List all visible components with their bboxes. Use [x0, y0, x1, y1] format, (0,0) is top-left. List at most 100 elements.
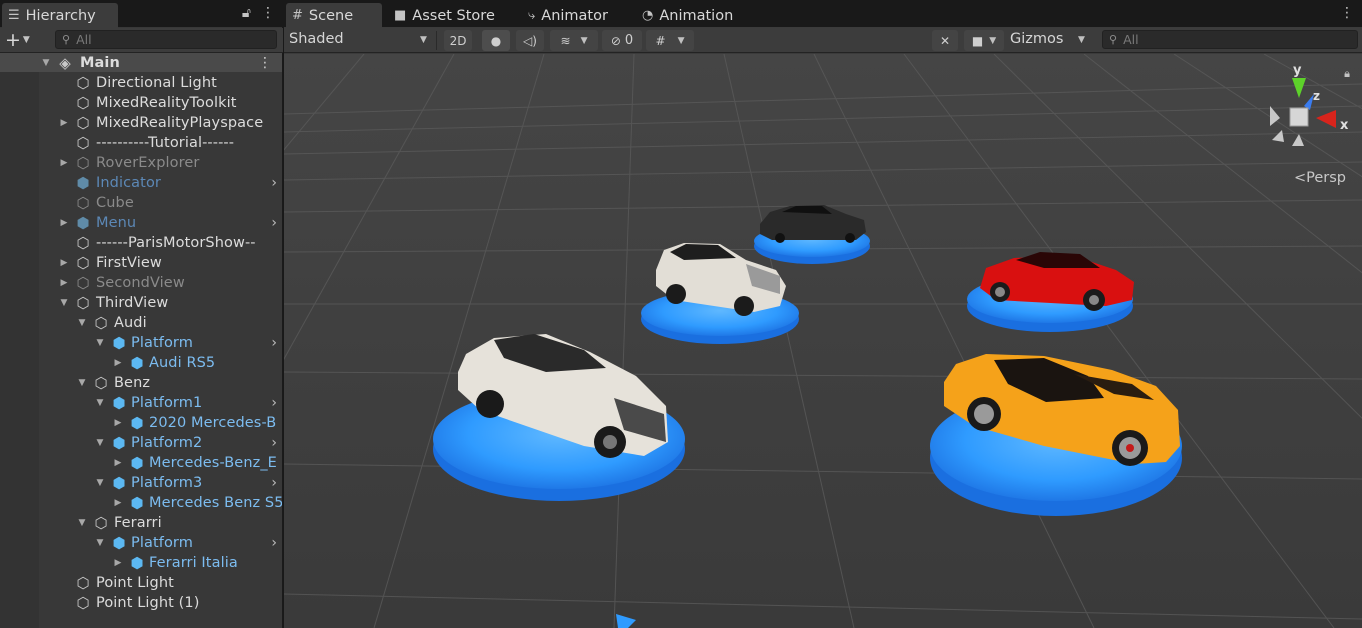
kebab-menu-icon[interactable]: ⋮: [1340, 5, 1354, 21]
audio-toggle[interactable]: ◁): [516, 30, 544, 51]
list-item[interactable]: ▶ ⬢ Ferarri Italia: [0, 553, 282, 573]
expand-arrow-icon[interactable]: ▼: [95, 478, 105, 488]
list-item[interactable]: ▼ ⬢ Platform ›: [0, 333, 282, 353]
create-button[interactable]: + ▼: [5, 29, 30, 51]
expand-arrow-icon[interactable]: ▼: [95, 338, 105, 348]
expand-arrow-icon[interactable]: ▶: [59, 278, 69, 288]
expand-arrow-icon[interactable]: ▼: [95, 438, 105, 448]
item-label: 2020 Mercedes-B: [149, 415, 277, 431]
camera-dropdown[interactable]: ■ ▼: [964, 30, 1004, 51]
tab-hierarchy-label: Hierarchy: [25, 7, 96, 24]
expand-arrow-icon[interactable]: ▼: [95, 538, 105, 548]
hierarchy-search-input[interactable]: ⚲ All: [55, 30, 277, 49]
list-item[interactable]: ⬡ ------ParisMotorShow--: [0, 233, 282, 253]
list-item[interactable]: ⬡ Point Light: [0, 573, 282, 593]
effects-dropdown[interactable]: ≋ ▼: [550, 30, 598, 51]
expand-arrow-icon[interactable]: ▶: [113, 358, 123, 368]
prefab-icon: ⬢: [112, 434, 126, 452]
chevron-right-icon[interactable]: ›: [271, 335, 277, 351]
scene-search-input[interactable]: ⚲ All: [1102, 30, 1358, 49]
chevron-right-icon[interactable]: ›: [271, 475, 277, 491]
expand-arrow-icon[interactable]: ▼: [41, 58, 51, 68]
expand-arrow-icon[interactable]: ▶: [59, 218, 69, 228]
expand-arrow-icon[interactable]: ▶: [113, 558, 123, 568]
item-label: Platform1: [131, 395, 203, 411]
list-item[interactable]: ▶ ⬡ MixedRealityPlayspace: [0, 113, 282, 133]
list-item[interactable]: ▼ ⬢ Platform ›: [0, 533, 282, 553]
chevron-right-icon[interactable]: ›: [271, 435, 277, 451]
mode-2d-button[interactable]: 2D: [444, 30, 472, 51]
list-item[interactable]: ▼ ⬢ Platform1 ›: [0, 393, 282, 413]
gizmos-dropdown[interactable]: Gizmos: [1010, 31, 1063, 47]
y-axis-label: y: [1293, 63, 1302, 78]
lock-icon[interactable]: 🔓︎: [242, 5, 251, 21]
list-item[interactable]: ▶ ⬡ FirstView: [0, 253, 282, 273]
expand-arrow-icon[interactable]: ▶: [113, 418, 123, 428]
list-item[interactable]: ⬡ MixedRealityToolkit: [0, 93, 282, 113]
list-item[interactable]: ▼ ⬡ ThirdView: [0, 293, 282, 313]
tab-animator[interactable]: ⤷ Animator: [522, 3, 622, 28]
shading-mode-dropdown[interactable]: Shaded: [289, 31, 344, 47]
expand-arrow-icon[interactable]: ▼: [77, 518, 87, 528]
item-label: ------ParisMotorShow--: [96, 235, 256, 251]
item-label: RoverExplorer: [96, 155, 200, 171]
list-item[interactable]: ▼ ⬡ Benz: [0, 373, 282, 393]
expand-arrow-icon[interactable]: ▶: [113, 498, 123, 508]
prefab-icon: ⬢: [112, 334, 126, 352]
list-item[interactable]: ▶ ⬢ Audi RS5: [0, 353, 282, 373]
list-item[interactable]: ▼ ⬢ Platform3 ›: [0, 473, 282, 493]
scene-viewport[interactable]: y z x 🔒︎ <Persp: [284, 54, 1362, 628]
model-prefab-icon: ⬢: [130, 494, 144, 512]
lock-icon[interactable]: 🔒︎: [1344, 67, 1350, 81]
item-label: Cube: [96, 195, 134, 211]
camera-icon: ■: [971, 33, 984, 48]
expand-arrow-icon[interactable]: ▼: [77, 378, 87, 388]
item-label: Point Light: [96, 575, 174, 591]
tools-button[interactable]: ✕: [932, 30, 958, 51]
lighting-toggle[interactable]: ●: [482, 30, 510, 51]
list-item[interactable]: ▶ ⬢ Mercedes Benz S5: [0, 493, 282, 513]
hidden-objects-toggle[interactable]: ⊘ 0: [602, 30, 642, 51]
plus-icon: +: [5, 29, 21, 51]
list-item[interactable]: ▼ ⬢ Platform2 ›: [0, 433, 282, 453]
projection-toggle[interactable]: <Persp: [1294, 170, 1346, 186]
prefab-icon: ⬢: [76, 214, 90, 232]
list-item[interactable]: ⬡ Point Light (1): [0, 593, 282, 613]
list-item[interactable]: ▶ ⬡ RoverExplorer: [0, 153, 282, 173]
expand-arrow-icon[interactable]: ▼: [95, 398, 105, 408]
expand-arrow-icon[interactable]: ▶: [113, 458, 123, 468]
model-prefab-icon: ⬢: [130, 554, 144, 572]
list-item[interactable]: ⬢ Indicator ›: [0, 173, 282, 193]
list-item[interactable]: ▼ ⬡ Audi: [0, 313, 282, 333]
chevron-right-icon[interactable]: ›: [271, 175, 277, 191]
item-label: FirstView: [96, 255, 162, 271]
expand-arrow-icon[interactable]: ▶: [59, 118, 69, 128]
expand-arrow-icon[interactable]: ▼: [77, 318, 87, 328]
list-item[interactable]: ▶ ⬡ SecondView: [0, 273, 282, 293]
scene-row-main[interactable]: ▼ ◈ Main ⋮: [0, 53, 282, 72]
expand-arrow-icon[interactable]: ▼: [59, 298, 69, 308]
list-item[interactable]: ⬡ Directional Light: [0, 73, 282, 93]
gameobject-icon: ⬡: [76, 574, 90, 592]
list-item[interactable]: ▶ ⬢ Menu ›: [0, 213, 282, 233]
tab-animation[interactable]: ◔ Animation: [636, 3, 746, 28]
list-item[interactable]: ▶ ⬢ 2020 Mercedes-B: [0, 413, 282, 433]
scene-kebab-icon[interactable]: ⋮: [258, 55, 272, 71]
kebab-menu-icon[interactable]: ⋮: [261, 5, 275, 21]
list-item[interactable]: ⬡ Cube: [0, 193, 282, 213]
expand-arrow-icon[interactable]: ▶: [59, 158, 69, 168]
chevron-right-icon[interactable]: ›: [271, 535, 277, 551]
chevron-right-icon[interactable]: ›: [271, 215, 277, 231]
grid-dropdown[interactable]: # ▼: [646, 30, 694, 51]
tab-scene[interactable]: # Scene: [286, 3, 382, 28]
expand-arrow-icon[interactable]: ▶: [59, 258, 69, 268]
list-item[interactable]: ▼ ⬡ Ferarri: [0, 513, 282, 533]
list-item[interactable]: ▶ ⬢ Mercedes-Benz_E: [0, 453, 282, 473]
scene-view-canvas[interactable]: y z x: [284, 54, 1362, 628]
mode-2d-label: 2D: [449, 33, 467, 48]
chevron-right-icon[interactable]: ›: [271, 395, 277, 411]
tab-hierarchy[interactable]: ☰ Hierarchy: [2, 3, 118, 28]
scene-tabbar: # Scene ■ Asset Store ⤷ Animator ◔ Anima…: [284, 0, 1362, 28]
list-item[interactable]: ⬡ ----------Tutorial------: [0, 133, 282, 153]
tab-asset-store[interactable]: ■ Asset Store: [388, 3, 506, 28]
